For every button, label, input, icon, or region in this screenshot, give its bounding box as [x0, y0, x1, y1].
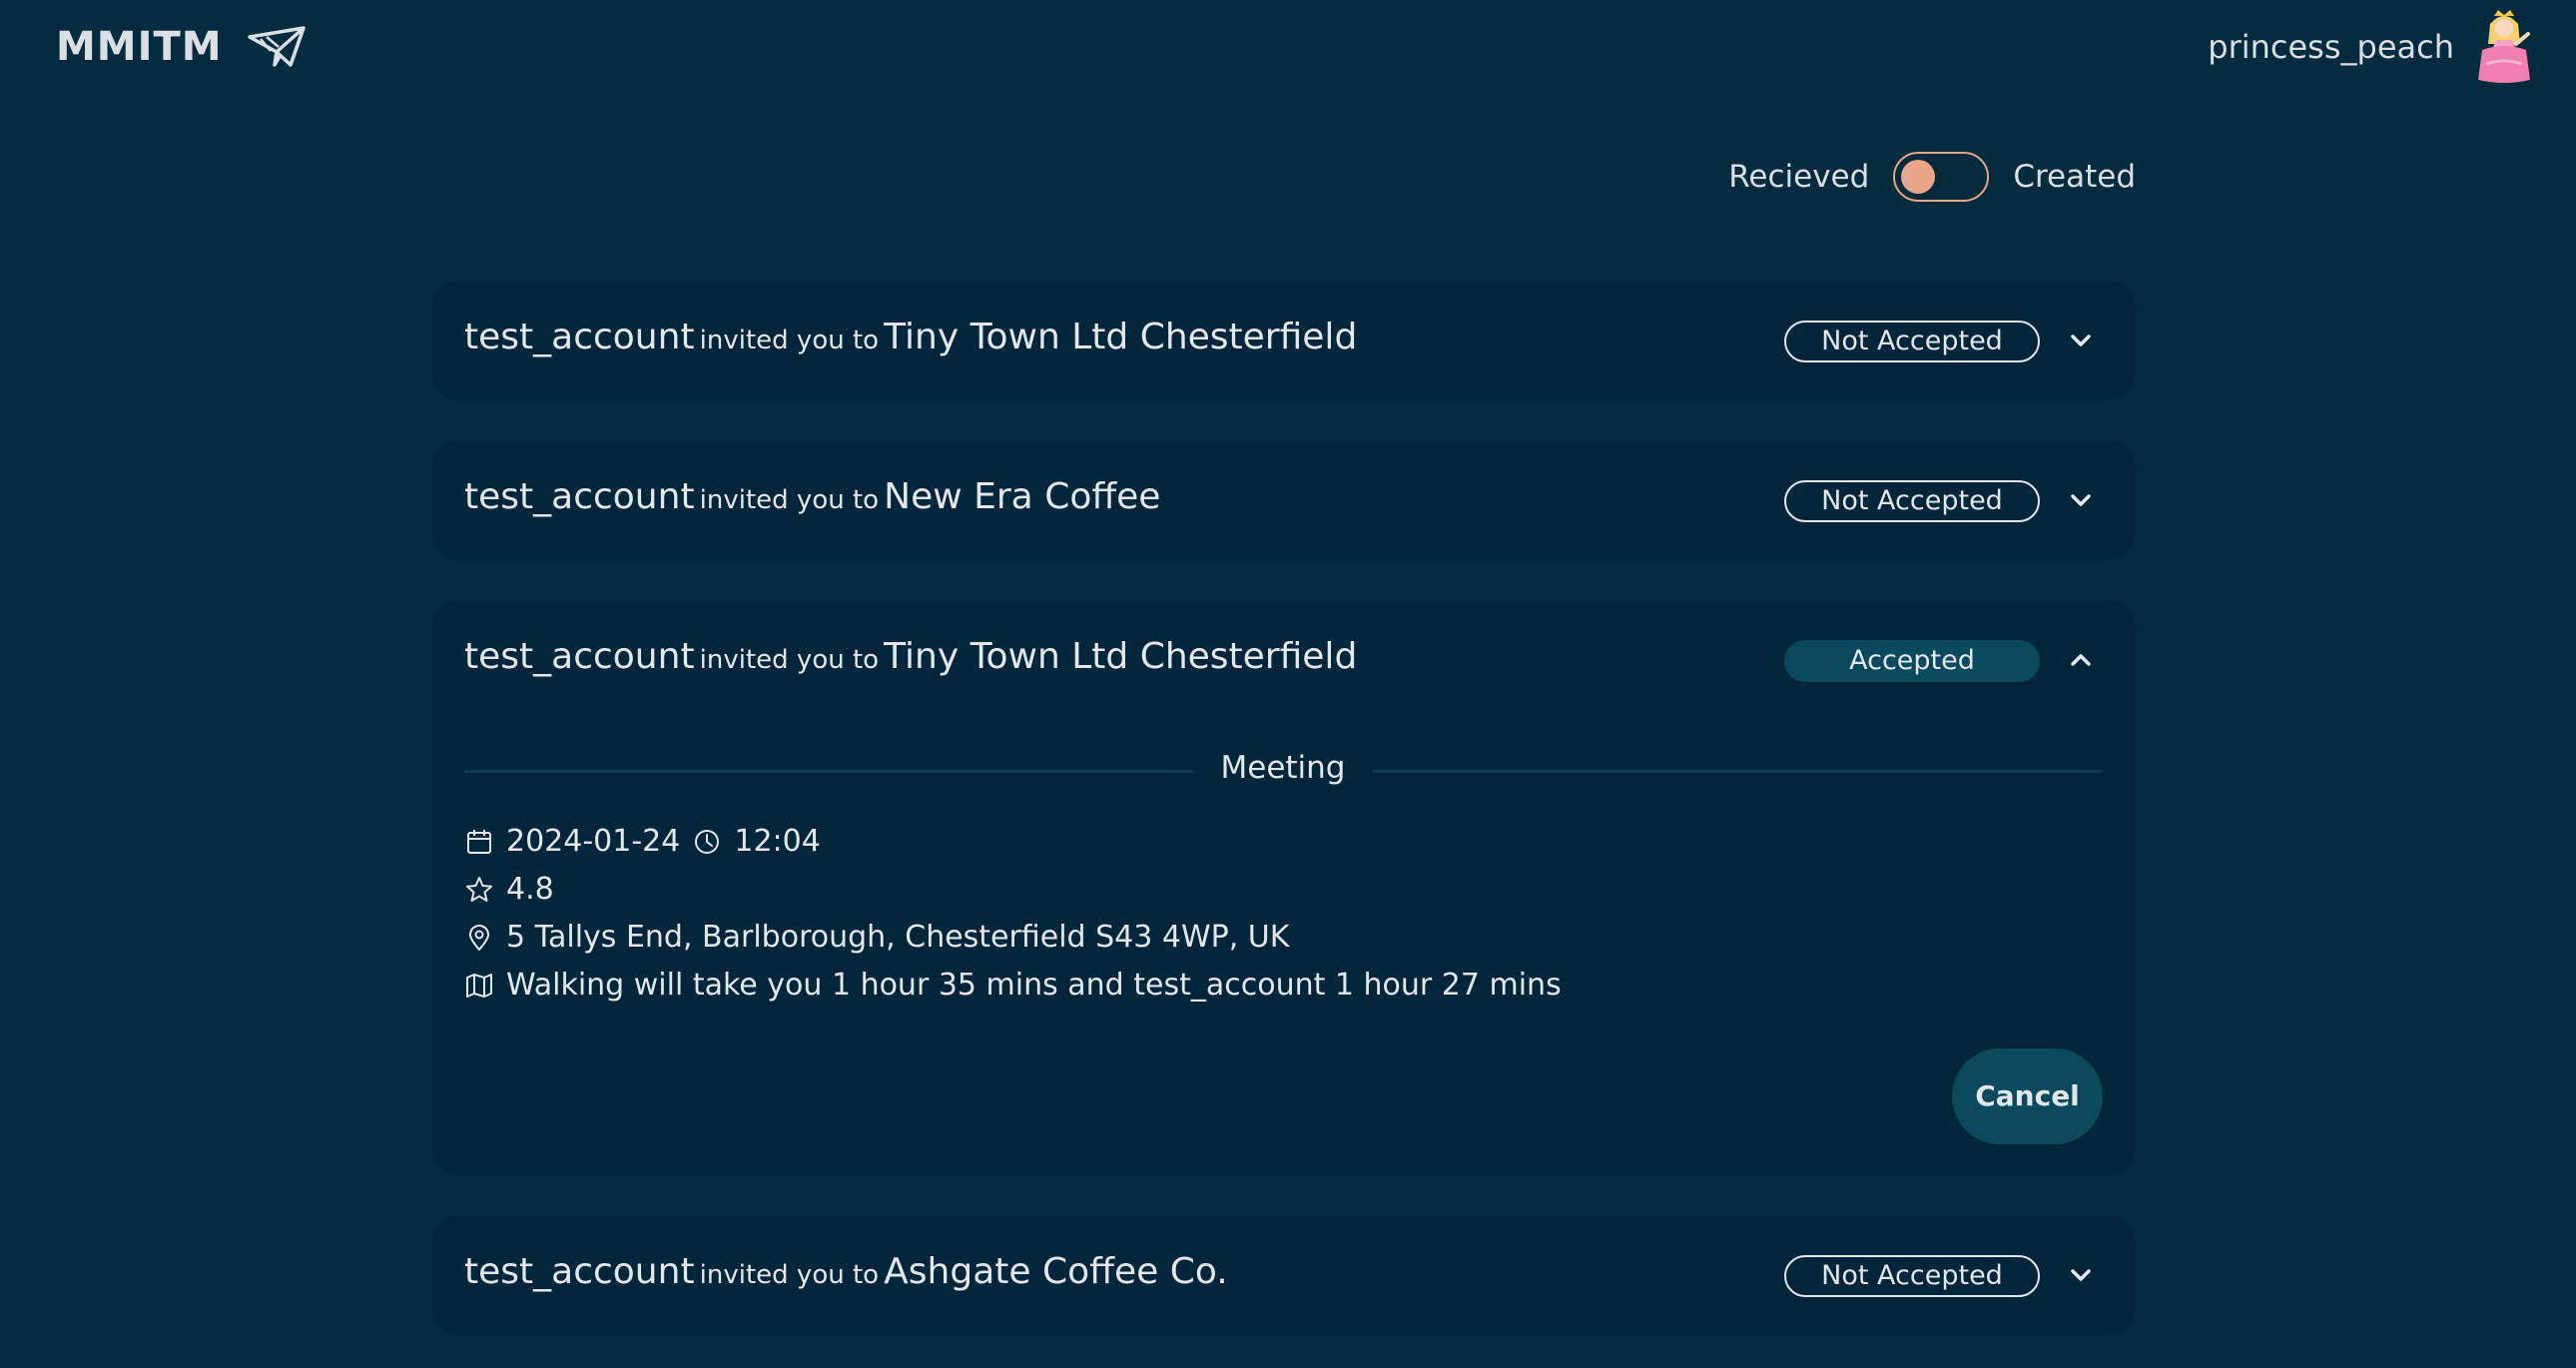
inviter-name: test_account	[464, 636, 695, 677]
meeting-date: 2024-01-24	[506, 824, 681, 859]
invitation-card-header[interactable]: test_account invited you to Tiny Town Lt…	[431, 281, 2136, 400]
invitation-title: test_account invited you to Ashgate Coff…	[464, 1251, 1228, 1292]
meeting-section-label: Meeting	[1220, 750, 1346, 786]
invite-phrase: invited you to	[699, 645, 880, 675]
invite-phrase: invited you to	[699, 326, 880, 355]
invitation-card: test_account invited you to Ashgate Coff…	[431, 1215, 2136, 1335]
inviter-name: test_account	[464, 1251, 695, 1292]
map-icon	[466, 973, 492, 998]
invitation-title: test_account invited you to New Era Coff…	[464, 476, 1160, 517]
chevron-up-icon[interactable]	[2067, 646, 2095, 674]
meeting-divider: Meeting	[464, 750, 2102, 794]
paper-plane-icon	[247, 26, 306, 67]
rating-value: 4.8	[506, 872, 554, 907]
username[interactable]: princess_peach	[2208, 28, 2454, 66]
calendar-icon	[467, 829, 491, 854]
toggle-label-created[interactable]: Created	[2013, 159, 2136, 195]
meeting-address: 5 Tallys End, Barlborough, Chesterfield …	[464, 920, 1289, 955]
venue-name: Tiny Town Ltd Chesterfield	[884, 317, 1358, 357]
inviter-name: test_account	[464, 317, 695, 357]
view-toggle-row: Recieved Created	[1728, 152, 2136, 202]
invite-phrase: invited you to	[699, 485, 880, 515]
meeting-datetime: 2024-01-24 12:04	[464, 824, 821, 859]
user-menu[interactable]: princess_peach	[2208, 8, 2532, 86]
cancel-button[interactable]: Cancel	[1952, 1048, 2103, 1144]
invitation-card-header[interactable]: test_account invited you to New Era Coff…	[431, 440, 2136, 560]
invitation-card: test_account invited you to New Era Coff…	[431, 440, 2136, 560]
travel-text: Walking will take you 1 hour 35 mins and…	[506, 968, 1562, 1003]
clock-icon	[695, 829, 720, 854]
venue-name: Ashgate Coffee Co.	[884, 1251, 1228, 1292]
brand[interactable]: MMITM	[56, 24, 307, 70]
meeting-rating: 4.8	[464, 872, 554, 907]
inviter-name: test_account	[464, 476, 695, 517]
venue-name: New Era Coffee	[884, 476, 1161, 517]
invite-phrase: invited you to	[699, 1260, 880, 1290]
chevron-down-icon[interactable]	[2067, 1261, 2095, 1289]
divider-line-right	[1373, 770, 2102, 773]
invitation-card-header[interactable]: test_account invited you to Tiny Town Lt…	[431, 600, 2136, 720]
top-navbar: MMITM princess_peach	[0, 0, 2576, 100]
invitation-title: test_account invited you to Tiny Town Lt…	[464, 317, 1357, 357]
chevron-down-icon[interactable]	[2067, 486, 2095, 514]
status-badge: Accepted	[1784, 640, 2040, 682]
venue-name: Tiny Town Ltd Chesterfield	[884, 636, 1358, 677]
invitation-title: test_account invited you to Tiny Town Lt…	[464, 636, 1357, 677]
star-icon	[466, 876, 492, 902]
toggle-label-received[interactable]: Recieved	[1728, 159, 1869, 195]
invitation-card-header[interactable]: test_account invited you to Ashgate Coff…	[431, 1215, 2136, 1335]
chevron-down-icon[interactable]	[2067, 327, 2095, 354]
status-badge: Not Accepted	[1784, 321, 2040, 362]
toggle-knob	[1901, 160, 1936, 194]
invitation-card-expanded: test_account invited you to Tiny Town Lt…	[431, 600, 2136, 1175]
invitation-card: test_account invited you to Tiny Town Lt…	[431, 281, 2136, 400]
status-badge: Not Accepted	[1784, 1255, 2040, 1297]
meeting-time: 12:04	[734, 824, 821, 859]
status-badge: Not Accepted	[1784, 480, 2040, 522]
brand-title[interactable]: MMITM	[56, 24, 223, 70]
view-toggle-switch[interactable]	[1893, 152, 1990, 202]
meeting-travel: Walking will take you 1 hour 35 mins and…	[464, 968, 1562, 1003]
address-text: 5 Tallys End, Barlborough, Chesterfield …	[506, 920, 1290, 955]
avatar[interactable]	[2476, 8, 2532, 86]
location-pin-icon	[468, 924, 490, 952]
